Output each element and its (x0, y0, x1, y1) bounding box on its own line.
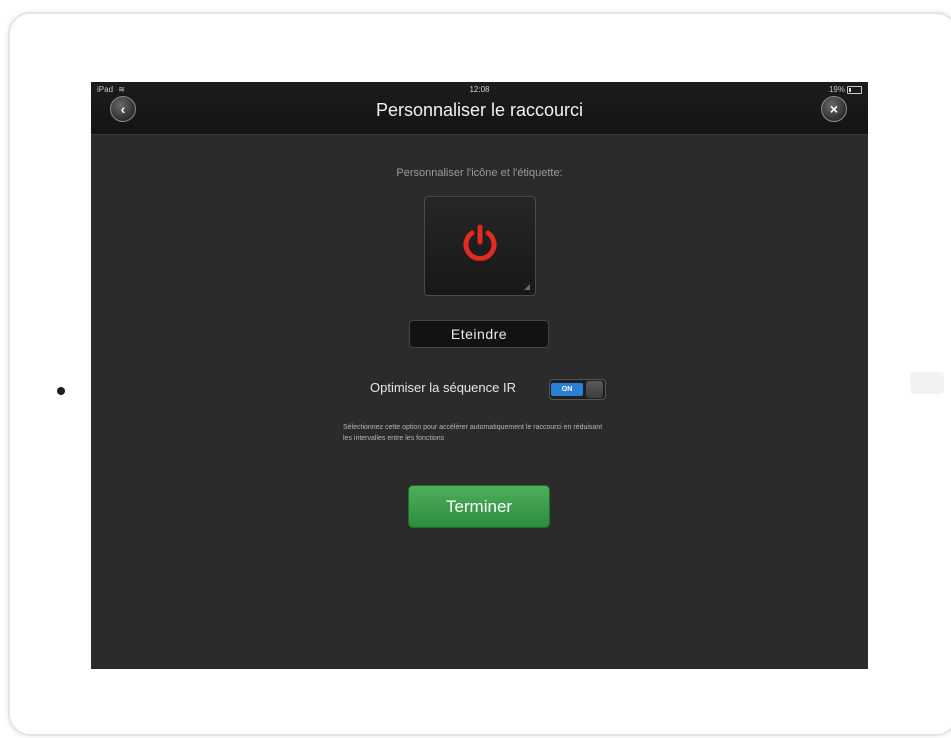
shortcut-label-field[interactable]: Eteindre (409, 320, 549, 348)
side-button (910, 372, 944, 394)
toggle-on-label: ON (551, 383, 583, 396)
app-screen: iPad ≋ 12:08 19% ‹ Personnaliser le racc… (91, 82, 868, 669)
power-icon (463, 224, 497, 261)
navigation-bar: iPad ≋ 12:08 19% ‹ Personnaliser le racc… (91, 82, 868, 135)
optimize-ir-description: Sélectionnez cette option pour accélérer… (343, 424, 603, 442)
toggle-knob (586, 381, 603, 398)
instruction-text: Personnaliser l'icône et l'étiquette: (396, 167, 563, 179)
optimize-ir-label: Optimiser la séquence IR (370, 380, 516, 395)
status-time: 12:08 (469, 85, 490, 94)
status-right: 19% (829, 85, 862, 94)
optimize-ir-toggle[interactable]: ON (549, 379, 606, 400)
resize-corner-icon (524, 284, 530, 290)
home-button[interactable] (57, 387, 65, 395)
battery-icon (847, 85, 862, 94)
shortcut-icon-tile[interactable] (424, 196, 536, 296)
optimize-ir-row: Optimiser la séquence IR ON (365, 374, 607, 402)
done-button[interactable]: Terminer (408, 485, 550, 528)
close-icon: × (829, 101, 839, 117)
close-button[interactable]: × (821, 96, 847, 122)
page-title: Personnaliser le raccourci (375, 100, 584, 120)
battery-percent: 19% (828, 85, 845, 94)
